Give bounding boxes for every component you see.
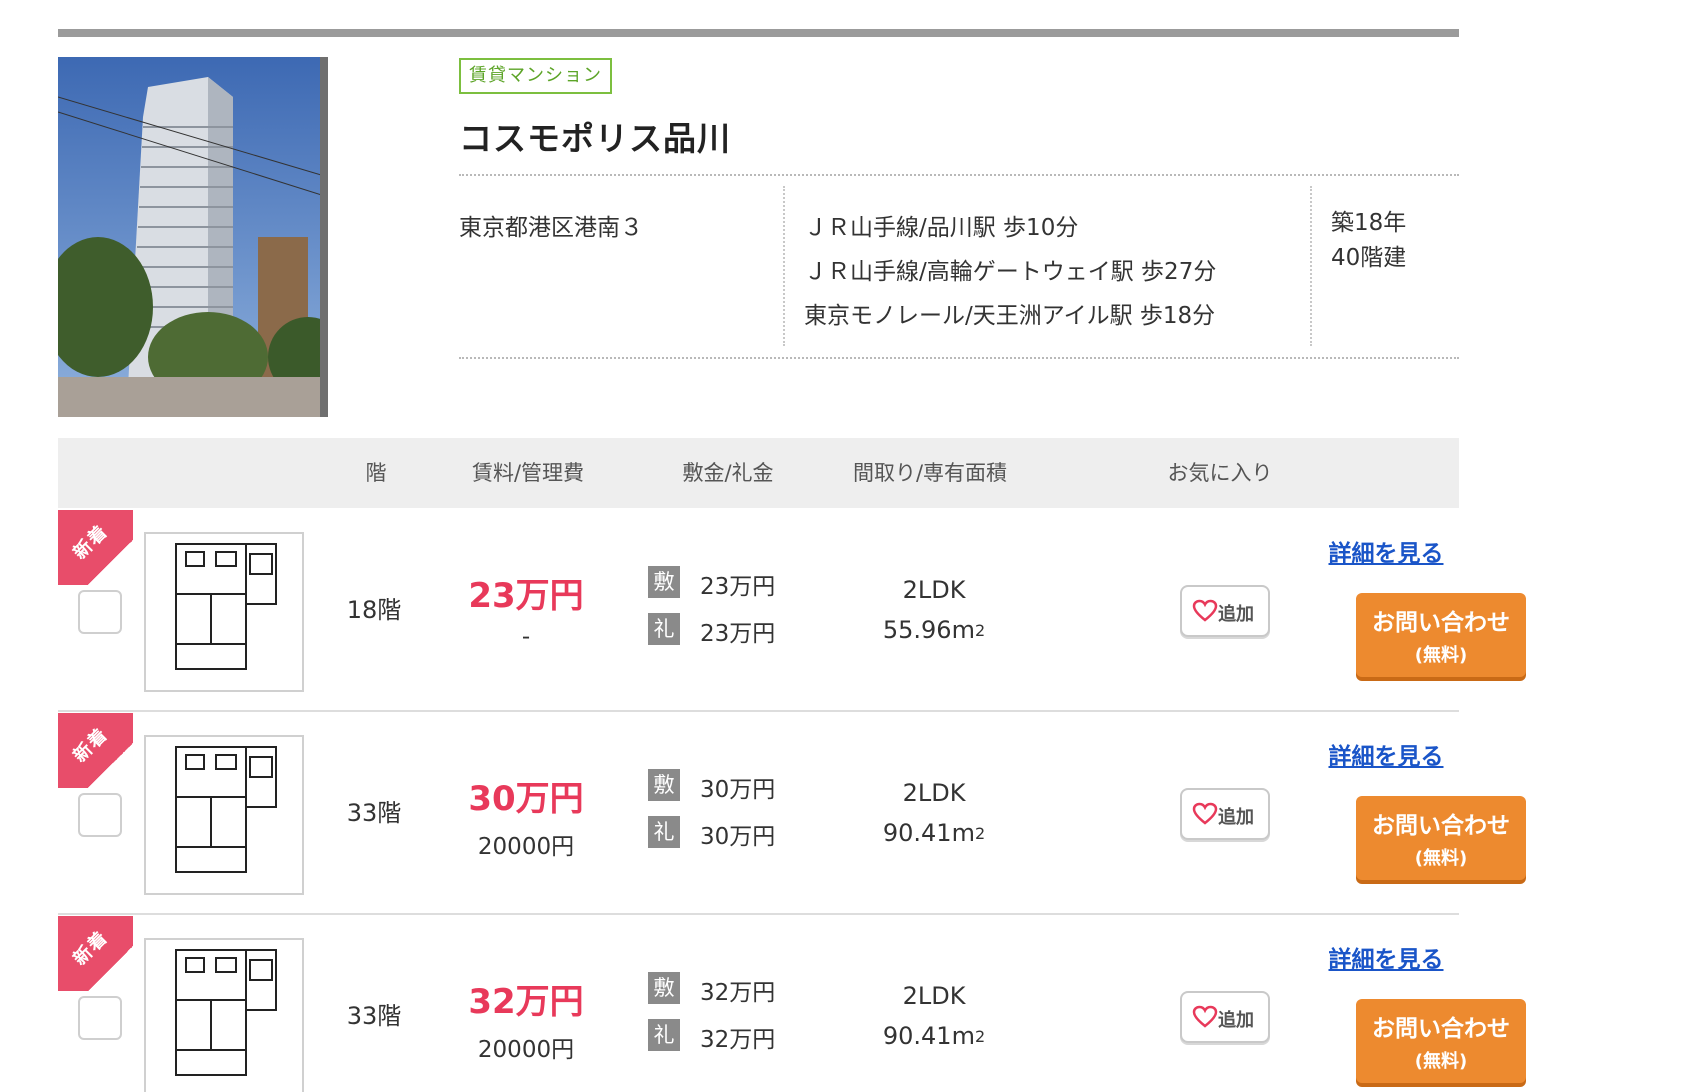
key-money-value: 32万円 <box>700 1027 776 1053</box>
deposit-badge: 敷 <box>648 972 680 1004</box>
management-fee: 20000円 <box>477 1037 575 1063</box>
view-details-link[interactable]: 詳細を見る <box>1329 737 1444 771</box>
inquiry-button[interactable]: お問い合わせ (無料) <box>1356 999 1526 1083</box>
building-address: 東京都港区港南３ <box>459 215 643 241</box>
area-unit: m <box>951 616 975 644</box>
view-details-link[interactable]: 詳細を見る <box>1329 940 1444 974</box>
area-exponent: 2 <box>974 824 986 843</box>
new-ribbon: 新着 <box>58 510 133 585</box>
listing-checkbox[interactable] <box>78 996 122 1040</box>
inquiry-free-label: (無料) <box>1414 1051 1468 1072</box>
info-top-divider <box>459 174 1459 176</box>
area-value: 90.41 <box>882 819 952 847</box>
view-details-link[interactable]: 詳細を見る <box>1329 534 1444 568</box>
listing-checkbox[interactable] <box>78 793 122 837</box>
area-unit: m <box>951 819 975 847</box>
floor-area: 90.41m2 <box>883 819 985 847</box>
area-exponent: 2 <box>974 1027 986 1046</box>
add-favorite-button[interactable]: 追加 <box>1180 788 1270 840</box>
area-exponent: 2 <box>974 621 986 640</box>
add-favorite-label: 追加 <box>1218 1010 1254 1031</box>
floorplan-image <box>175 543 277 670</box>
heart-icon <box>1192 599 1218 622</box>
deposit-value: 32万円 <box>700 980 776 1006</box>
management-fee: - <box>521 624 531 650</box>
deposit-value: 23万円 <box>700 574 776 600</box>
new-ribbon: 新着 <box>58 713 133 788</box>
inquiry-free-label: (無料) <box>1414 645 1468 666</box>
rent-price: 30万円 <box>468 779 584 819</box>
station-item: ＪＲ山手線/高輪ゲートウェイ駅 歩27分 <box>804 259 1217 285</box>
area-value: 55.96 <box>882 616 952 644</box>
floorplan-thumbnail[interactable] <box>144 735 304 895</box>
floor-layout: 2LDK <box>902 982 966 1010</box>
key-money-value: 30万円 <box>700 824 776 850</box>
floor-area: 90.41m2 <box>883 1022 985 1050</box>
listing-checkbox[interactable] <box>78 590 122 634</box>
floor-layout: 2LDK <box>902 779 966 807</box>
header-favorite: お気に入り <box>1167 461 1273 485</box>
add-favorite-button[interactable]: 追加 <box>1180 585 1270 637</box>
station-item: ＪＲ山手線/品川駅 歩10分 <box>804 215 1079 241</box>
floor-number: 33階 <box>346 799 402 827</box>
listing-row: 新着 18階 23万円 - 敷 23万円 礼 23万円 2LDK 55.96m2… <box>58 510 1526 712</box>
listing-row: 新着 33階 30万円 20000円 敷 30万円 礼 30万円 2LDK 90… <box>58 713 1526 915</box>
key-money-badge: 礼 <box>648 816 680 848</box>
building-photo-image <box>58 57 328 417</box>
new-ribbon: 新着 <box>58 916 133 991</box>
inquiry-label: お問い合わせ <box>1372 813 1510 839</box>
key-money-value: 23万円 <box>700 621 776 647</box>
rent-price: 23万円 <box>468 576 584 616</box>
header-deposit: 敷金/礼金 <box>682 461 774 485</box>
inquiry-label: お問い合わせ <box>1372 610 1510 636</box>
floor-number: 33階 <box>346 1002 402 1030</box>
key-money-badge: 礼 <box>648 613 680 645</box>
building-age-block: 築18年 40階建 <box>1331 206 1406 276</box>
deposit-badge: 敷 <box>648 566 680 598</box>
info-column-divider <box>1310 186 1312 346</box>
area-unit: m <box>951 1022 975 1050</box>
info-column-divider <box>783 186 785 346</box>
new-label: 新着 <box>69 926 113 970</box>
deposit-value: 30万円 <box>700 777 776 803</box>
floor-number: 18階 <box>346 596 402 624</box>
floor-area: 55.96m2 <box>883 616 985 644</box>
building-age: 築18年 <box>1331 210 1407 236</box>
header-floor: 階 <box>365 461 387 485</box>
station-item: 東京モノレール/天王洲アイル駅 歩18分 <box>804 303 1216 329</box>
header-rent: 賃料/管理費 <box>471 461 585 485</box>
floorplan-image <box>175 949 277 1076</box>
station-list: ＪＲ山手線/品川駅 歩10分 ＪＲ山手線/高輪ゲートウェイ駅 歩27分 東京モノ… <box>804 206 1216 338</box>
building-photo[interactable] <box>58 57 328 417</box>
top-divider <box>58 29 1459 37</box>
inquiry-button[interactable]: お問い合わせ (無料) <box>1356 593 1526 677</box>
listing-row: 新着 33階 32万円 20000円 敷 32万円 礼 32万円 2LDK 90… <box>58 916 1526 1092</box>
add-favorite-label: 追加 <box>1218 604 1254 625</box>
key-money-badge: 礼 <box>648 1019 680 1051</box>
inquiry-button[interactable]: お問い合わせ (無料) <box>1356 796 1526 880</box>
info-bottom-divider <box>459 357 1459 359</box>
floorplan-image <box>175 746 277 873</box>
building-name[interactable]: コスモポリス品川 <box>459 112 731 160</box>
new-label: 新着 <box>69 723 113 767</box>
floorplan-thumbnail[interactable] <box>144 938 304 1092</box>
floor-layout: 2LDK <box>902 576 966 604</box>
heart-icon <box>1192 802 1218 825</box>
new-label: 新着 <box>69 520 113 564</box>
listing-table-header: 階 賃料/管理費 敷金/礼金 間取り/専有面積 お気に入り <box>58 438 1459 508</box>
area-value: 90.41 <box>882 1022 952 1050</box>
header-layout: 間取り/専有面積 <box>852 461 1008 485</box>
heart-icon <box>1192 1005 1218 1028</box>
management-fee: 20000円 <box>477 834 575 860</box>
property-type-badge: 賃貸マンション <box>459 58 612 94</box>
add-favorite-button[interactable]: 追加 <box>1180 991 1270 1043</box>
inquiry-label: お問い合わせ <box>1372 1016 1510 1042</box>
rent-price: 32万円 <box>468 982 584 1022</box>
floorplan-thumbnail[interactable] <box>144 532 304 692</box>
deposit-badge: 敷 <box>648 769 680 801</box>
add-favorite-label: 追加 <box>1218 807 1254 828</box>
inquiry-free-label: (無料) <box>1414 848 1468 869</box>
building-floors: 40階建 <box>1331 245 1407 271</box>
